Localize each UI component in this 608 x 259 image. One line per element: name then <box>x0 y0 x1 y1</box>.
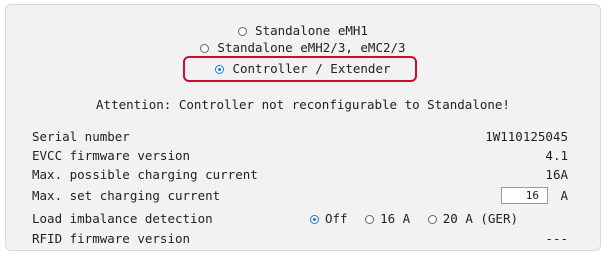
serial-number-row: Serial number 1W110125045 <box>32 129 568 145</box>
load-imbalance-option-16a[interactable]: 16 A <box>365 211 410 227</box>
radio-icon[interactable] <box>238 27 248 36</box>
evcc-firmware-value: 4.1 <box>545 148 568 163</box>
radio-checked-icon[interactable] <box>215 65 225 74</box>
max-set-current-input[interactable]: 16 <box>501 187 548 204</box>
settings-panel: Standalone eMH1 Standalone eMH2/3, eMC2/… <box>5 4 601 251</box>
load-imbalance-label: Load imbalance detection <box>32 211 213 226</box>
max-set-current-unit: A <box>560 188 568 203</box>
load-imbalance-option-20a-ger[interactable]: 20 A (GER) <box>427 211 519 227</box>
load-imbalance-row: Load imbalance detection Off 16 A 20 A (… <box>32 211 568 227</box>
radio-icon[interactable] <box>200 44 210 53</box>
mode-option-standalone-emh2-3[interactable]: Standalone eMH2/3, eMC2/3 <box>6 40 600 56</box>
serial-number-label: Serial number <box>32 129 130 144</box>
serial-number-value: 1W110125045 <box>485 129 568 144</box>
mode-option-standalone-emh1[interactable]: Standalone eMH1 <box>6 23 600 39</box>
load-imbalance-option-off[interactable]: Off <box>310 211 348 227</box>
option-label: Off <box>325 211 348 226</box>
load-imbalance-options: Off 16 A 20 A (GER) <box>310 211 518 227</box>
max-possible-current-row: Max. possible charging current 16A <box>32 167 568 183</box>
max-set-current-row: Max. set charging current 16 A <box>32 187 568 204</box>
radio-icon[interactable] <box>365 215 375 224</box>
max-set-current-label: Max. set charging current <box>32 188 221 203</box>
rfid-firmware-label: RFID firmware version <box>32 231 191 246</box>
option-label: 20 A (GER) <box>442 211 519 226</box>
evcc-firmware-row: EVCC firmware version 4.1 <box>32 148 568 164</box>
option-label: 16 A <box>380 211 411 226</box>
mode-option-label: Standalone eMH1 <box>255 23 368 38</box>
mode-option-label: Controller / Extender <box>232 61 391 76</box>
radio-icon[interactable] <box>427 215 437 224</box>
rfid-firmware-row: RFID firmware version --- <box>32 231 568 247</box>
rfid-firmware-value: --- <box>545 231 568 246</box>
max-possible-current-label: Max. possible charging current <box>32 167 258 182</box>
evcc-firmware-label: EVCC firmware version <box>32 148 191 163</box>
mode-option-label: Standalone eMH2/3, eMC2/3 <box>217 40 406 55</box>
attention-message: Attention: Controller not reconfigurable… <box>96 97 510 112</box>
mode-option-controller-extender[interactable]: Controller / Extender <box>6 61 600 77</box>
max-possible-current-value: 16A <box>545 167 568 182</box>
radio-checked-icon[interactable] <box>310 215 319 224</box>
